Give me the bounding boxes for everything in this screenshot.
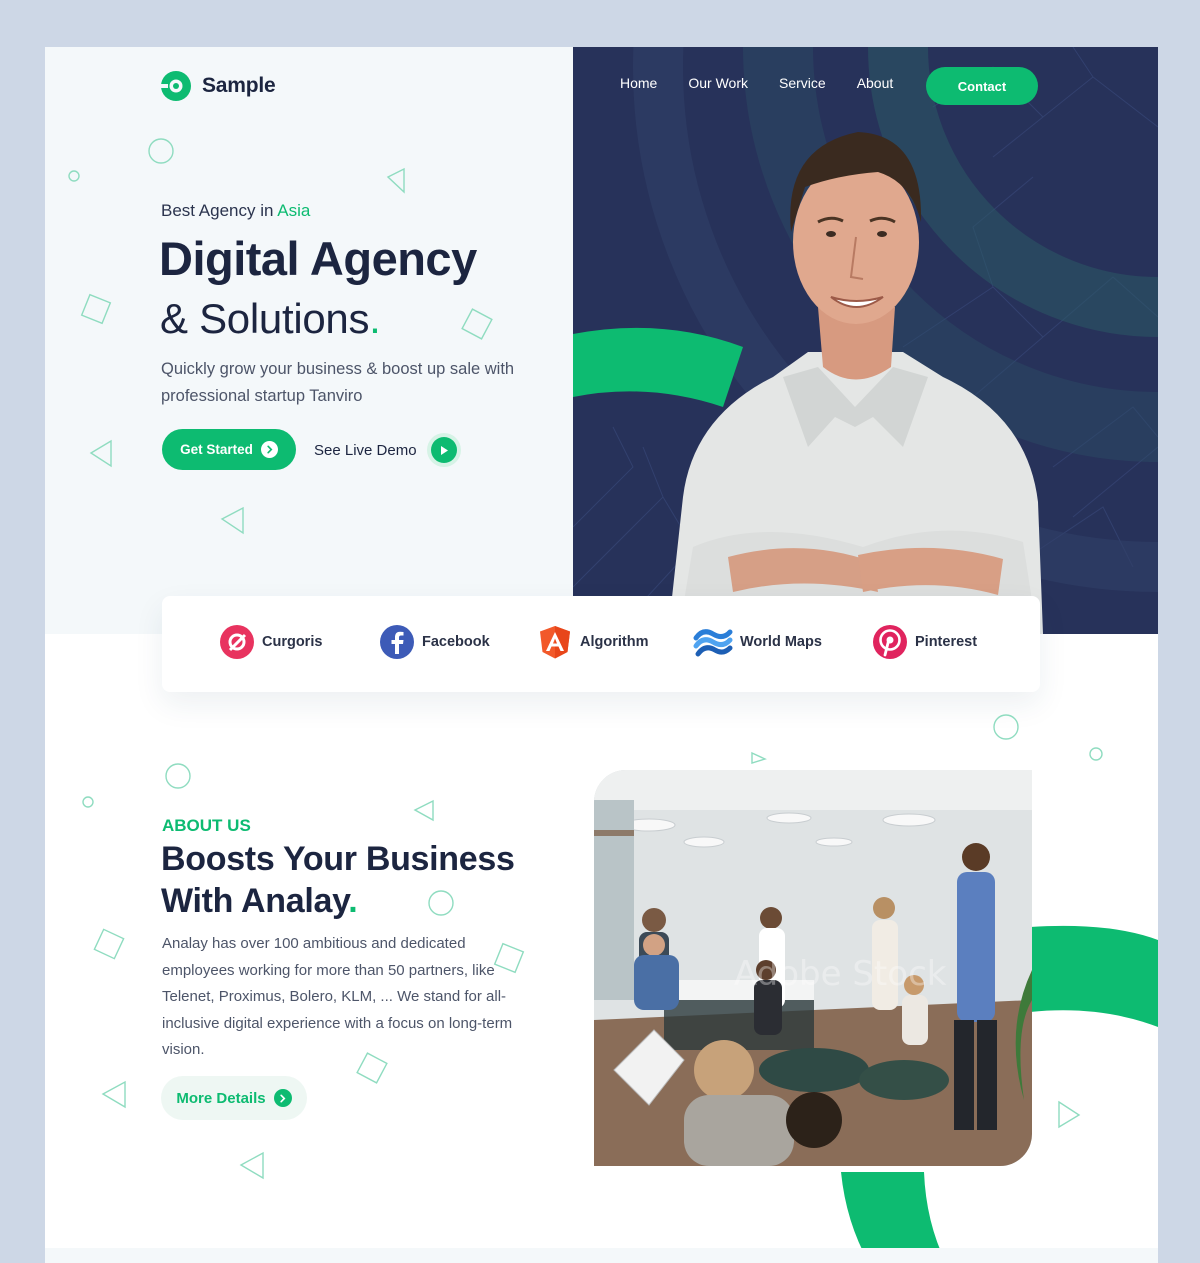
- more-details-button[interactable]: More Details: [161, 1076, 307, 1120]
- partners-strip: Curgoris Facebook Algorithm World Maps P…: [162, 596, 1040, 692]
- logo-text: Sample: [202, 74, 276, 97]
- curgoris-icon: [220, 625, 254, 659]
- eyebrow-accent: Asia: [277, 201, 311, 220]
- about-eyebrow: ABOUT US: [162, 816, 251, 835]
- main-nav: Home Our Work Service About: [620, 75, 924, 91]
- hero-subtitle-text: & Solutions: [160, 295, 370, 342]
- chevron-right-icon: [273, 1089, 292, 1107]
- hero-image: [573, 47, 1158, 634]
- about-title-line2: With Analay: [161, 882, 349, 920]
- play-icon: [426, 433, 461, 467]
- partner-name: Facebook: [422, 634, 490, 650]
- angular-icon: [540, 626, 570, 659]
- logo-icon: [160, 71, 191, 101]
- hero-description: Quickly grow your business & boost up sa…: [161, 360, 515, 405]
- hero-subtitle-dot: .: [369, 295, 381, 342]
- get-started-label: Get Started: [180, 442, 253, 457]
- contact-button[interactable]: Contact: [926, 67, 1038, 105]
- facebook-icon: [380, 625, 414, 659]
- green-arc-right: [1030, 925, 1158, 1027]
- about-title-line1: Boosts Your Business: [161, 840, 515, 878]
- pinterest-icon: [873, 625, 907, 659]
- next-section-band: [45, 1248, 1158, 1263]
- hero-subtitle: & Solutions.: [160, 291, 381, 347]
- svg-text:Adobe Stock: Adobe Stock: [734, 954, 947, 994]
- partner-facebook[interactable]: Facebook: [379, 624, 490, 660]
- about-title-dot: .: [348, 882, 358, 920]
- hero-eyebrow: Best Agency in Asia: [161, 201, 310, 221]
- nav-link-home[interactable]: Home: [620, 75, 657, 91]
- partner-curgoris[interactable]: Curgoris: [219, 624, 322, 660]
- partner-pinterest[interactable]: Pinterest: [872, 624, 977, 660]
- partner-name: Algorithm: [580, 634, 649, 650]
- partner-name: Pinterest: [915, 634, 978, 650]
- live-demo-label: See Live Demo: [314, 441, 417, 459]
- partner-name: World Maps: [740, 634, 822, 650]
- partner-algorithm[interactable]: Algorithm: [537, 624, 648, 660]
- landing-page: Sample Best Agency in Asia Digital Agenc…: [45, 47, 1158, 1263]
- about-description: Analay has over 100 ambitious and dedica…: [162, 935, 513, 1058]
- chevron-right-icon: [260, 441, 278, 458]
- hero-right-panel: [573, 47, 1158, 634]
- logo[interactable]: Sample: [160, 70, 276, 102]
- partner-name: Curgoris: [262, 634, 323, 650]
- hero-title: Digital Agency: [159, 232, 477, 285]
- nav-link-about[interactable]: About: [857, 75, 894, 91]
- get-started-button[interactable]: Get Started: [162, 429, 296, 470]
- world-maps-icon: [693, 629, 733, 657]
- more-details-label: More Details: [176, 1089, 266, 1107]
- office-scene: Adobe Stock: [594, 770, 1032, 1166]
- nav-link-service[interactable]: Service: [779, 75, 826, 91]
- about-title: Boosts Your Business With Analay.: [161, 838, 541, 922]
- nav-link-our-work[interactable]: Our Work: [688, 75, 748, 91]
- hero-left-panel: Sample Best Agency in Asia Digital Agenc…: [45, 47, 573, 634]
- partner-world-maps[interactable]: World Maps: [693, 624, 822, 660]
- team-meeting-photo: Adobe Stock: [594, 770, 1032, 1166]
- see-live-demo-button[interactable]: See Live Demo: [314, 433, 461, 467]
- eyebrow-prefix: Best Agency in: [161, 201, 278, 220]
